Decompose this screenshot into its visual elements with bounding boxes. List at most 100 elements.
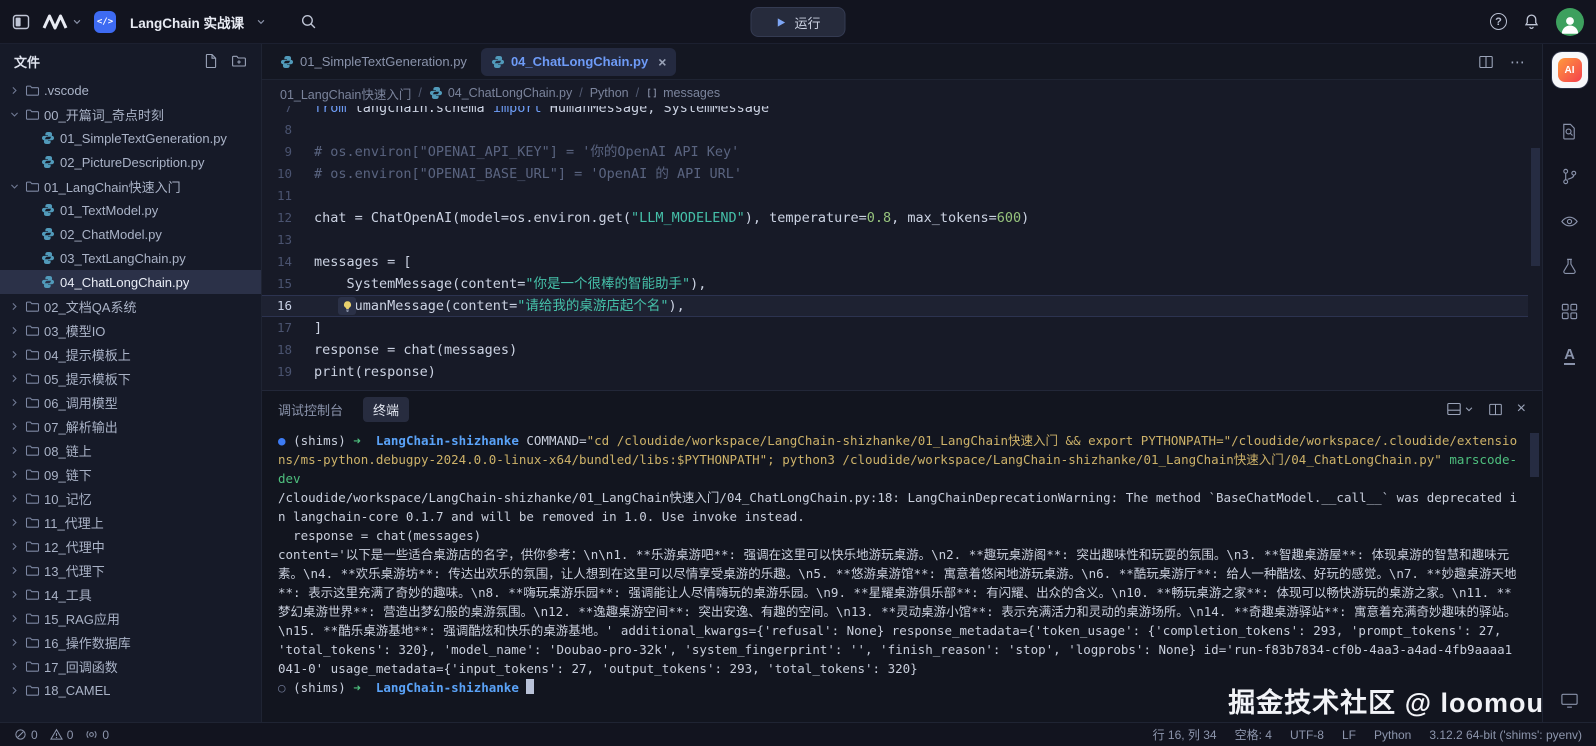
project-title[interactable]: LangChain 实战课 — [130, 12, 244, 32]
tree-folder-item[interactable]: 03_模型IO — [0, 318, 261, 342]
language-mode[interactable]: Python — [1374, 728, 1411, 742]
code-line[interactable]: 18response = chat(messages) — [262, 339, 1528, 361]
tree-folder-item[interactable]: 05_提示模板下 — [0, 366, 261, 390]
bell-icon[interactable] — [1523, 13, 1540, 30]
tree-folder-item[interactable]: 12_代理中 — [0, 534, 261, 558]
tree-folder-item[interactable]: .vscode — [0, 78, 261, 102]
file-name: 03_TextLangChain.py — [60, 251, 186, 266]
indentation[interactable]: 空格: 4 — [1235, 726, 1272, 743]
code-line[interactable]: 13 — [262, 229, 1528, 251]
code-line[interactable]: 11 — [262, 185, 1528, 207]
cursor-position[interactable]: 行 16, 列 34 — [1153, 726, 1217, 743]
line-number: 7 — [262, 106, 314, 119]
editor-scrollbar[interactable] — [1531, 148, 1540, 266]
git-branch-icon[interactable] — [1560, 167, 1579, 186]
typography-icon[interactable]: A — [1560, 347, 1579, 365]
tree-folder-item[interactable]: 02_文档QA系统 — [0, 294, 261, 318]
split-panel-icon[interactable] — [1488, 402, 1503, 417]
code-line[interactable]: 19print(response) — [262, 361, 1528, 383]
folder-icon — [25, 83, 44, 98]
breadcrumb-item[interactable]: 04_ChatLongChain.py — [429, 86, 572, 100]
marscode-logo-icon[interactable] — [42, 14, 68, 30]
warning-count[interactable]: 0 — [50, 728, 74, 742]
test-flask-icon[interactable] — [1560, 257, 1579, 276]
panel-layout-icon[interactable] — [1446, 401, 1474, 417]
chevron-right-icon — [8, 612, 25, 625]
tree-file-item[interactable]: 04_ChatLongChain.py — [0, 270, 261, 294]
line-number: 13 — [262, 229, 314, 251]
tree-folder-item[interactable]: 15_RAG应用 — [0, 606, 261, 630]
preview-eye-icon[interactable] — [1560, 212, 1579, 231]
code-line[interactable]: 17] — [262, 317, 1528, 339]
tree-folder-item[interactable]: 00_开篇词_奇点时刻 — [0, 102, 261, 126]
file-search-icon[interactable] — [1560, 122, 1579, 141]
tree-file-item[interactable]: 03_TextLangChain.py — [0, 246, 261, 270]
ai-assistant-icon[interactable]: AI — [1552, 52, 1588, 88]
tree-file-item[interactable]: 02_ChatModel.py — [0, 222, 261, 246]
tree-folder-item[interactable]: 10_记忆 — [0, 486, 261, 510]
code-line[interactable]: 14messages = [ — [262, 251, 1528, 273]
breadcrumb-label: 04_ChatLongChain.py — [448, 86, 572, 100]
run-button[interactable]: 运行 — [750, 7, 845, 37]
lightbulb-icon[interactable] — [338, 297, 356, 315]
close-panel-icon[interactable]: × — [1517, 400, 1526, 418]
breadcrumb-item[interactable]: 01_LangChain快速入门 — [280, 84, 411, 103]
code-line[interactable]: 9# os.environ["OPENAI_API_KEY"] = '你的Ope… — [262, 141, 1528, 163]
tree-folder-item[interactable]: 18_CAMEL — [0, 678, 261, 702]
tree-folder-item[interactable]: 01_LangChain快速入门 — [0, 174, 261, 198]
help-icon[interactable]: ? — [1490, 13, 1507, 30]
code-line[interactable]: 10# os.environ["OPENAI_BASE_URL"] = 'Ope… — [262, 163, 1528, 185]
tree-folder-item[interactable]: 11_代理上 — [0, 510, 261, 534]
chevron-down-icon[interactable] — [72, 17, 82, 27]
remote-monitor-icon[interactable] — [1560, 691, 1579, 710]
new-file-icon[interactable] — [203, 53, 219, 69]
editor-tab[interactable]: 01_SimpleTextGeneration.py — [270, 48, 477, 76]
code-line[interactable]: 12chat = ChatOpenAI(model=os.environ.get… — [262, 207, 1528, 229]
tab-terminal[interactable]: 终端 — [363, 397, 409, 422]
split-editor-icon[interactable] — [1478, 54, 1494, 70]
code-line[interactable]: 8 — [262, 119, 1528, 141]
code-editor[interactable]: 7from langchain.schema import HumanMessa… — [262, 106, 1542, 390]
tree-folder-item[interactable]: 06_调用模型 — [0, 390, 261, 414]
chevron-right-icon — [8, 348, 25, 361]
tree-folder-item[interactable]: 13_代理下 — [0, 558, 261, 582]
ports-count[interactable]: 0 — [85, 728, 109, 742]
breadcrumb-item[interactable]: Python — [590, 86, 629, 100]
encoding[interactable]: UTF-8 — [1290, 728, 1324, 742]
eol[interactable]: LF — [1342, 728, 1356, 742]
breadcrumb-item[interactable]: messages — [646, 86, 720, 100]
extensions-grid-icon[interactable] — [1560, 302, 1579, 321]
editor-tab[interactable]: 04_ChatLongChain.py× — [481, 48, 676, 76]
python-interpreter[interactable]: 3.12.2 64-bit ('shims': pyenv) — [1429, 728, 1582, 742]
code-line[interactable]: 16 HumanMessage(content="请给我的桌游店起个名"), — [262, 295, 1528, 317]
terminal-scrollbar[interactable] — [1530, 433, 1539, 477]
search-icon[interactable] — [300, 13, 317, 30]
chevron-down-icon[interactable] — [256, 17, 266, 27]
close-tab-icon[interactable]: × — [658, 54, 666, 70]
tree-folder-item[interactable]: 08_链上 — [0, 438, 261, 462]
tree-folder-item[interactable]: 16_操作数据库 — [0, 630, 261, 654]
more-actions-icon[interactable]: ⋯ — [1510, 53, 1526, 71]
tree-folder-item[interactable]: 04_提示模板上 — [0, 342, 261, 366]
tree-file-item[interactable]: 02_PictureDescription.py — [0, 150, 261, 174]
tree-file-item[interactable]: 01_SimpleTextGeneration.py — [0, 126, 261, 150]
terminal-output[interactable]: ● (shims) ➜ LangChain-shizhanke COMMAND=… — [262, 427, 1542, 722]
folder-icon — [25, 323, 44, 338]
tab-debug-console[interactable]: 调试控制台 — [278, 400, 343, 419]
chevron-right-icon — [8, 396, 25, 409]
terminal-line: ○ (shims) ➜ LangChain-shizhanke — [278, 678, 1518, 697]
code-line[interactable]: 15 SystemMessage(content="你是一个很棒的智能助手"), — [262, 273, 1528, 295]
avatar[interactable] — [1556, 8, 1584, 36]
new-folder-icon[interactable] — [231, 53, 247, 69]
code-line[interactable]: 7from langchain.schema import HumanMessa… — [262, 106, 1528, 119]
file-name: 02_PictureDescription.py — [60, 155, 205, 170]
tree-folder-item[interactable]: 09_链下 — [0, 462, 261, 486]
sidebar-toggle-icon[interactable] — [12, 13, 30, 31]
tree-folder-item[interactable]: 17_回调函数 — [0, 654, 261, 678]
code-text: # os.environ["OPENAI_BASE_URL"] = 'OpenA… — [314, 163, 742, 185]
tree-folder-item[interactable]: 14_工具 — [0, 582, 261, 606]
tree-folder-item[interactable]: 07_解析输出 — [0, 414, 261, 438]
error-count[interactable]: 0 — [14, 728, 38, 742]
tree-file-item[interactable]: 01_TextModel.py — [0, 198, 261, 222]
line-number: 8 — [262, 119, 314, 141]
